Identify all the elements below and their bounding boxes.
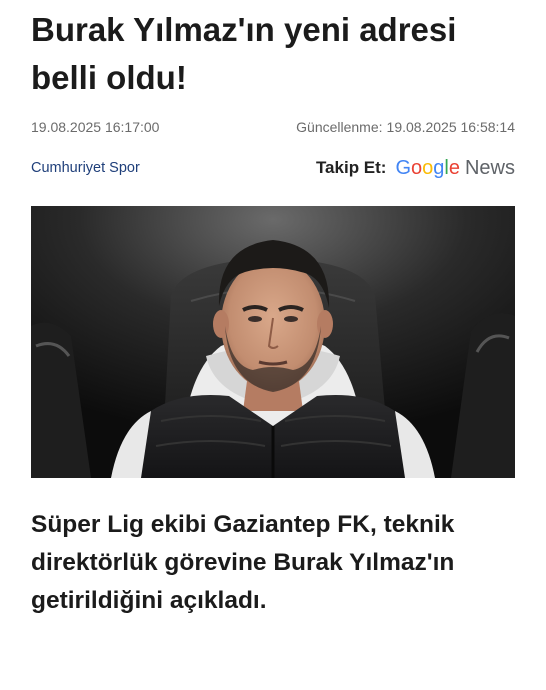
article-photo xyxy=(31,206,515,478)
updated-value: 19.08.2025 16:58:14 xyxy=(386,119,515,135)
article-headline: Burak Yılmaz'ın yeni adresi belli oldu! xyxy=(31,11,457,96)
updated-date: Güncellenme: 19.08.2025 16:58:14 xyxy=(296,119,515,135)
published-date: 19.08.2025 16:17:00 xyxy=(31,119,160,135)
google-letter: o xyxy=(411,156,423,179)
follow-label: Takip Et: xyxy=(315,158,387,177)
source-follow-row: Cumhuriyet Spor Takip Et: Google News xyxy=(31,155,515,181)
updated-label: Güncellenme: xyxy=(296,119,383,135)
article-dates: 19.08.2025 16:17:00 Güncellenme: 19.08.2… xyxy=(31,117,515,137)
follow-widget: Takip Et: Google News xyxy=(316,157,515,180)
google-letter: e xyxy=(448,156,460,179)
google-letter: G xyxy=(395,156,412,179)
coach-portrait-illustration xyxy=(31,206,515,478)
google-letter: o xyxy=(422,156,434,179)
google-news-button[interactable]: Google News xyxy=(395,157,515,180)
article-lede: Süper Lig ekibi Gaziantep FK, teknik dir… xyxy=(31,511,455,614)
news-wordmark: News xyxy=(464,156,515,179)
google-logo: Google xyxy=(395,157,460,180)
google-letter: g xyxy=(433,156,445,179)
source-link[interactable]: Cumhuriyet Spor xyxy=(31,160,140,176)
